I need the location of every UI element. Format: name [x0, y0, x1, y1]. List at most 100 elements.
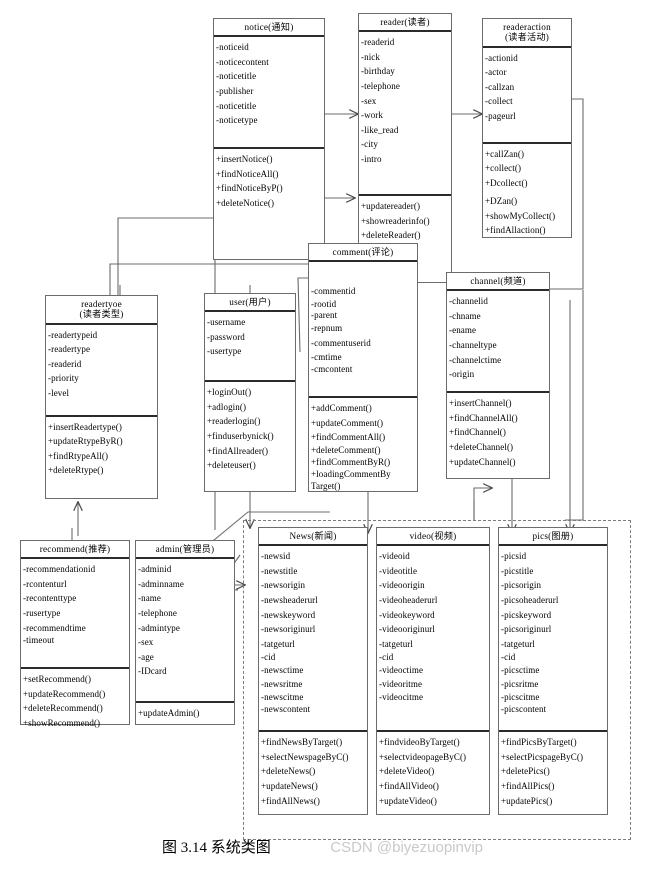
attribute: -like_read: [361, 124, 399, 135]
operation: +updateAdmin(): [138, 708, 200, 719]
attribute: -parent: [311, 309, 338, 320]
operation: +updateRtypeByR(): [48, 436, 123, 447]
attribute: -sex: [361, 95, 377, 106]
attribute: -adminname: [138, 578, 184, 589]
attribute: -readertypeid: [48, 329, 98, 340]
attribute: -rcontenturl: [23, 578, 67, 589]
class-admin[interactable]: admin(管理员) -adminid -adminname -name -te…: [135, 540, 235, 725]
operation: +deleteRtype(): [48, 465, 104, 476]
attribute: -collect: [485, 96, 513, 107]
operation: +deletePics(): [501, 766, 550, 777]
operation: +insertChannel(): [449, 398, 512, 409]
class-comment-operations: +addComment() +updateComment() +findComm…: [309, 398, 417, 496]
class-video-attributes: -videoid -videotitle -videoorigin -video…: [377, 546, 489, 733]
operation: +findAllNews(): [261, 795, 320, 806]
class-readertype[interactable]: readertyoe (读者类型) -readertypeid -readert…: [45, 295, 158, 499]
attribute: -videooriginurl: [379, 624, 435, 635]
attribute: -noticeid: [216, 42, 249, 53]
operation: +loadingCommentBy: [311, 469, 391, 480]
class-news-attributes: -newsid -newstitle -newsorigin -newshead…: [259, 546, 367, 733]
class-reader-title: reader(读者): [359, 14, 451, 33]
class-video[interactable]: video(视频) -videoid -videotitle -videoori…: [376, 527, 490, 815]
operation: +updatereader(): [361, 201, 421, 212]
class-video-operations: +findvideoByTarget() +selectvideopageByC…: [377, 732, 489, 814]
attribute: -picsritme: [501, 679, 539, 690]
attribute: -videoritme: [379, 679, 423, 690]
class-user-title: user(用户): [205, 294, 295, 313]
operation: +deleteChannel(): [449, 442, 514, 453]
operation: +collect(): [485, 163, 522, 174]
attribute: -noticetitle: [216, 71, 257, 82]
operation: +updateComment(): [311, 417, 384, 428]
attribute: -commentid: [311, 286, 356, 297]
class-readertype-title: readertyoe (读者类型): [46, 296, 157, 325]
attribute: -videotitle: [379, 565, 418, 576]
class-news-title: News(新闻): [259, 528, 367, 547]
class-readeraction-attributes: -actionid -actor -callzan -collect -page…: [483, 48, 571, 144]
operation: +DZan(): [485, 196, 518, 207]
class-pics-operations: +findPicsByTarget() +selectPicspageByC()…: [499, 732, 607, 814]
attribute: -recontenttype: [23, 593, 77, 604]
class-user[interactable]: user(用户) -username -password -usertype +…: [204, 293, 296, 492]
attribute: -channelid: [449, 296, 488, 307]
attribute: -chname: [449, 310, 481, 321]
attribute: -videokeyword: [379, 609, 435, 620]
operation: +deleteRecommend(): [23, 703, 103, 714]
class-admin-attributes: -adminid -adminname -name -telephone -ad…: [136, 559, 234, 704]
operation: +findRtypeAll(): [48, 450, 109, 461]
attribute: -cid: [501, 652, 516, 663]
attribute: -city: [361, 139, 378, 150]
attribute: -noticetype: [216, 115, 258, 126]
class-notice[interactable]: notice(通知) -noticeid -noticecontent -not…: [213, 18, 325, 260]
class-pics[interactable]: pics(图册) -picsid -picstitle -picsorigin …: [498, 527, 608, 815]
attribute: -recommendationid: [23, 564, 96, 575]
operation: +findPicsByTarget(): [501, 737, 577, 748]
operation: +showMyCollect(): [485, 210, 556, 221]
class-readeraction[interactable]: readeraction (读者活动) -actionid -actor -ca…: [482, 18, 572, 238]
operation: +adlogin(): [207, 401, 247, 412]
class-readertype-attributes: -readertypeid -readertype -readerid -pri…: [46, 325, 157, 417]
attribute: -videoorigin: [379, 580, 425, 591]
attribute: -actionid: [485, 52, 518, 63]
class-pics-attributes: -picsid -picstitle -picsorigin -picsohea…: [499, 546, 607, 733]
attribute: -cmtime: [311, 351, 342, 362]
operation: +showreaderinfo(): [361, 215, 430, 226]
class-news[interactable]: News(新闻) -newsid -newstitle -newsorigin …: [258, 527, 368, 815]
attribute: -videocitme: [379, 691, 424, 702]
attribute: -picscontent: [501, 704, 547, 715]
class-news-operations: +findNewsByTarget() +selectNewspageByC()…: [259, 732, 367, 814]
attribute: -newskeyword: [261, 609, 316, 620]
class-admin-title: admin(管理员): [136, 541, 234, 560]
operation: +setRecommend(): [23, 674, 92, 685]
attribute: -telephone: [138, 608, 177, 619]
attribute: -newsctime: [261, 665, 304, 676]
attribute: -videoid: [379, 551, 410, 562]
class-comment[interactable]: comment(评论) -commentid -rootid -parent -…: [308, 243, 418, 492]
attribute: -publisher: [216, 86, 254, 97]
attribute: -level: [48, 387, 70, 398]
attribute: -intro: [361, 153, 382, 164]
attribute: -adminid: [138, 564, 172, 575]
attribute: -origin: [449, 369, 475, 380]
operation: +finduserbynick(): [207, 431, 274, 442]
class-readeraction-title: readeraction (读者活动): [483, 19, 571, 48]
class-channel[interactable]: channel(频道) -channelid -chname -ename -c…: [446, 272, 550, 479]
operation: +findAllreader(): [207, 445, 269, 456]
operation: +Dcollect(): [485, 177, 528, 188]
operation: +findNoticeAll(): [216, 168, 279, 179]
operation: +updateVideo(): [379, 795, 437, 806]
operation: +deleteNotice(): [216, 198, 275, 209]
attribute: -picstitle: [501, 565, 534, 576]
attribute: -picsoheaderurl: [501, 595, 559, 606]
operation: +selectNewspageByC(): [261, 751, 349, 762]
attribute: -readerid: [48, 358, 82, 369]
class-notice-title: notice(通知): [214, 19, 324, 38]
attribute: -actor: [485, 67, 507, 78]
class-recommend[interactable]: recommend(推荐) -recommendationid -rconten…: [20, 540, 130, 728]
operation: +findCommentByR(): [311, 456, 391, 467]
operation: +findChannelAll(): [449, 412, 518, 423]
attribute: -recommendtime: [23, 622, 86, 633]
operation: +deleteuser(): [207, 460, 256, 471]
attribute: -username: [207, 317, 246, 328]
operation: +updateChannel(): [449, 456, 516, 467]
